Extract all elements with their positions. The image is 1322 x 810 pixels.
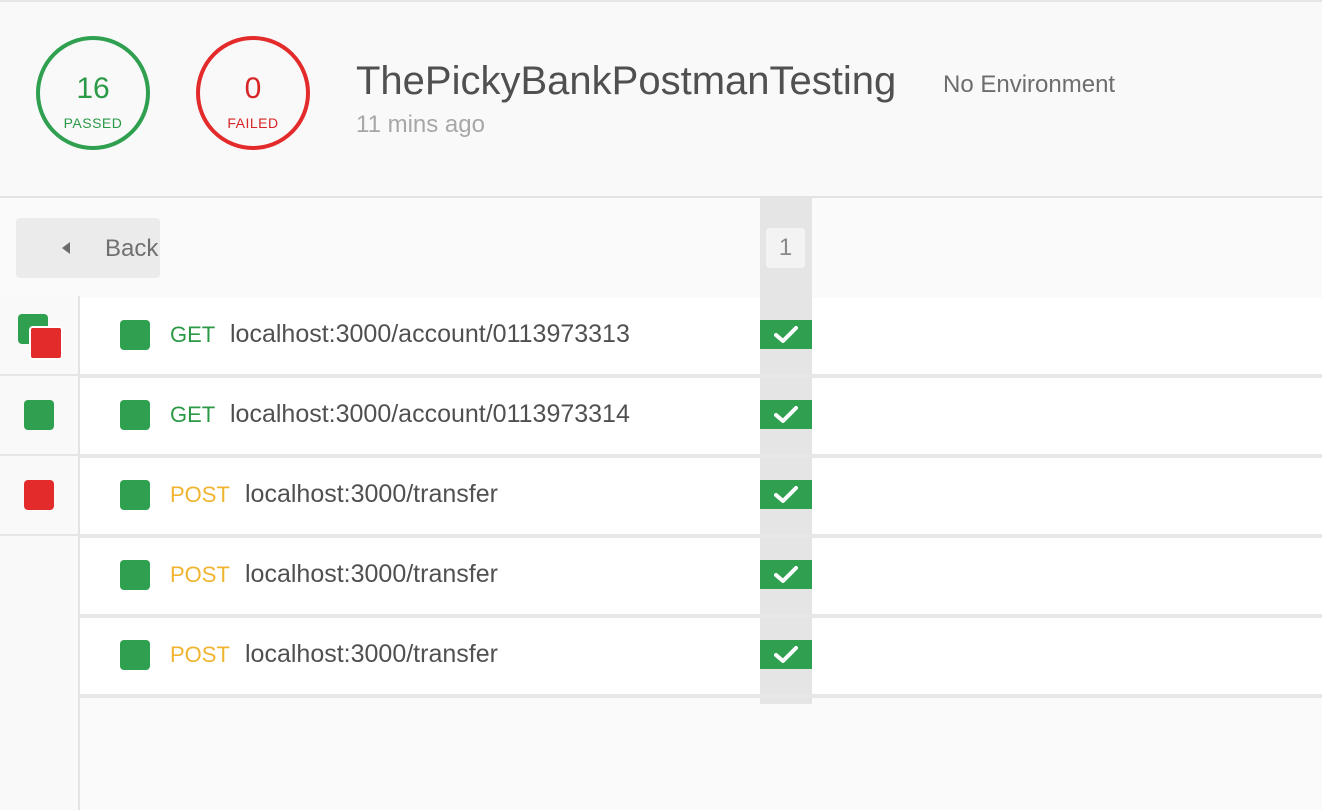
request-url: localhost:3000/transfer	[245, 560, 498, 588]
failed-label: FAILED	[227, 115, 279, 131]
status-square-icon	[120, 400, 150, 430]
request-row[interactable]: POST localhost:3000/transfer	[80, 538, 1322, 618]
back-button[interactable]: Back	[16, 218, 160, 278]
run-summary-header: 16 PASSED 0 FAILED ThePickyBankPostmanTe…	[0, 2, 1322, 198]
request-row[interactable]: POST localhost:3000/transfer	[80, 458, 1322, 538]
status-square-icon	[120, 480, 150, 510]
test-pass-check[interactable]	[760, 560, 812, 589]
test-pass-check[interactable]	[760, 480, 812, 509]
status-square-icon	[120, 320, 150, 350]
request-method: POST	[170, 562, 230, 587]
status-square-icon	[120, 640, 150, 670]
request-method: GET	[170, 402, 216, 427]
iteration-tab-1[interactable]: 1	[766, 228, 805, 268]
caret-left-icon	[62, 242, 70, 254]
failed-count-badge: 0 FAILED	[196, 36, 310, 150]
request-list: GET localhost:3000/account/0113973313 GE…	[80, 298, 1322, 698]
failed-square-icon	[29, 326, 63, 360]
filter-passed-button[interactable]	[0, 376, 78, 456]
status-square-icon	[120, 560, 150, 590]
back-button-label: Back	[105, 235, 159, 262]
passed-label: PASSED	[63, 115, 123, 131]
passed-square-icon	[24, 400, 54, 430]
request-url: localhost:3000/transfer	[245, 480, 498, 508]
test-pass-check[interactable]	[760, 400, 812, 429]
request-method: POST	[170, 642, 230, 667]
request-method: POST	[170, 482, 230, 507]
request-url: localhost:3000/account/0113973313	[230, 320, 630, 348]
checkmark-icon	[774, 326, 798, 343]
request-row[interactable]: GET localhost:3000/account/0113973313	[80, 298, 1322, 378]
failed-count: 0	[244, 72, 262, 105]
test-pass-check[interactable]	[760, 320, 812, 349]
request-row[interactable]: POST localhost:3000/transfer	[80, 618, 1322, 698]
failed-square-icon	[24, 480, 54, 510]
checkmark-icon	[774, 406, 798, 423]
run-timestamp: 11 mins ago	[356, 111, 485, 138]
checkmark-icon	[774, 566, 798, 583]
result-filter-column	[0, 296, 80, 810]
collection-title: ThePickyBankPostmanTesting	[356, 59, 897, 103]
filter-failed-button[interactable]	[0, 456, 78, 536]
request-row[interactable]: GET localhost:3000/account/0113973314	[80, 378, 1322, 458]
environment-label: No Environment	[943, 71, 1116, 98]
request-url: localhost:3000/account/0113973314	[230, 400, 630, 428]
checkmark-icon	[774, 646, 798, 663]
passed-count: 16	[76, 72, 110, 105]
passed-count-badge: 16 PASSED	[36, 36, 150, 150]
filter-all-button[interactable]	[0, 296, 78, 376]
test-pass-check[interactable]	[760, 640, 812, 669]
checkmark-icon	[774, 486, 798, 503]
request-url: localhost:3000/transfer	[245, 640, 498, 668]
request-method: GET	[170, 322, 216, 347]
